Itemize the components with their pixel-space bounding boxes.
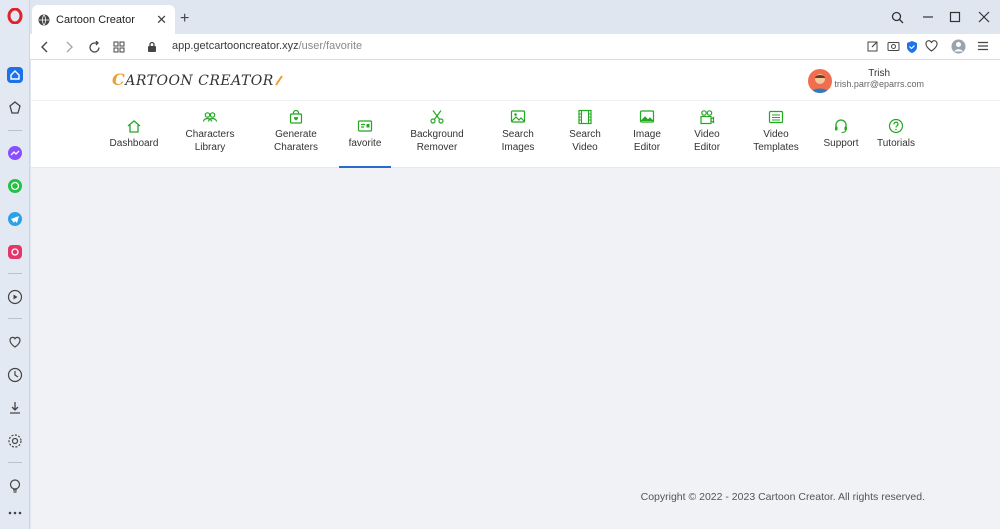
reload-icon[interactable]	[85, 38, 103, 56]
nav-label: Generate Charaters	[274, 129, 318, 153]
nav-label: Support	[823, 138, 859, 149]
card-icon	[357, 120, 373, 132]
user-info[interactable]: Trish trish.parr@eparrs.com	[834, 68, 924, 89]
whatsapp-icon[interactable]	[5, 176, 25, 196]
nav-image-editor[interactable]: Image Editor	[627, 109, 667, 167]
lightbulb-icon[interactable]	[5, 476, 25, 496]
nav-label: Characters Library	[185, 129, 235, 153]
headset-icon	[835, 119, 847, 134]
lock-icon[interactable]	[143, 38, 161, 56]
nav-search-images[interactable]: Search Images	[495, 109, 541, 167]
nav-label: Tutorials	[877, 138, 915, 149]
users-icon	[202, 112, 218, 122]
home-icon	[127, 120, 141, 133]
browser-sidebar	[0, 0, 30, 529]
edit-page-icon[interactable]	[865, 38, 881, 54]
tabs-grid-icon[interactable]	[110, 38, 128, 56]
logo-text: ARTOON CREATOR	[125, 73, 274, 89]
pencil-icon	[274, 75, 283, 86]
download-icon[interactable]	[5, 398, 25, 418]
search-tabs-icon[interactable]	[887, 8, 907, 26]
nav-label: Background Remover	[410, 129, 464, 153]
nav-generate-charaters[interactable]: Generate Charaters	[269, 109, 323, 167]
snapshot-icon[interactable]	[885, 38, 901, 54]
nav-label: Dashboard	[109, 138, 159, 149]
messenger-icon[interactable]	[5, 143, 25, 163]
url-domain: app.getcartooncreator.xyz	[172, 40, 299, 52]
nav-label: Video Templates	[753, 129, 799, 153]
minimize-button[interactable]	[918, 8, 938, 26]
nav-tutorials[interactable]: Tutorials	[873, 109, 919, 167]
home-icon[interactable]	[5, 65, 25, 85]
heart-icon[interactable]	[5, 332, 25, 352]
browser-tab[interactable]: Cartoon Creator ✕	[32, 5, 175, 34]
instagram-icon[interactable]	[5, 242, 25, 262]
image-icon	[510, 110, 526, 123]
close-tab-icon[interactable]: ✕	[156, 12, 167, 28]
nav-background-remover[interactable]: Background Remover	[407, 109, 467, 167]
opera-logo-icon[interactable]	[5, 6, 25, 26]
history-icon[interactable]	[5, 365, 25, 385]
profile-icon[interactable]	[950, 38, 966, 54]
scissors-icon	[430, 110, 444, 124]
user-name: Trish	[868, 68, 891, 79]
nav-dashboard[interactable]: Dashboard	[109, 109, 159, 167]
nav-search-video[interactable]: Search Video	[562, 109, 608, 167]
url-path: /user/favorite	[298, 40, 363, 52]
new-tab-button[interactable]: +	[180, 10, 189, 28]
telegram-icon[interactable]	[5, 209, 25, 229]
site-logo[interactable]: CARTOON CREATOR	[112, 70, 284, 89]
camera-icon	[700, 110, 715, 125]
user-email: trish.parr@eparrs.com	[834, 79, 924, 89]
maximize-button[interactable]	[945, 8, 965, 26]
nav-label: Image Editor	[633, 129, 661, 153]
player-icon[interactable]	[5, 287, 25, 307]
nav-favorite[interactable]: favorite	[339, 109, 391, 168]
footer-copyright: Copyright © 2022 - 2023 Cartoon Creator.…	[640, 491, 925, 503]
menu-icon[interactable]	[975, 38, 991, 54]
logo-initial: C	[112, 70, 126, 89]
settings-icon[interactable]	[5, 431, 25, 451]
more-icon[interactable]	[5, 503, 25, 523]
nav-label: Video Editor	[693, 129, 721, 153]
back-icon[interactable]	[36, 38, 54, 56]
image-edit-icon	[639, 110, 655, 123]
forward-icon[interactable]	[60, 38, 78, 56]
bag-icon	[289, 109, 303, 124]
tab-bar: Cartoon Creator ✕ +	[30, 0, 1000, 34]
site-header: CARTOON CREATOR Trish trish.parr@eparrs.…	[31, 60, 1000, 168]
nav-support[interactable]: Support	[819, 109, 863, 167]
avatar[interactable]	[808, 69, 832, 93]
nav-video-editor[interactable]: Video Editor	[687, 109, 727, 167]
speed-dial-icon[interactable]	[5, 98, 25, 118]
url-field[interactable]: app.getcartooncreator.xyz/user/favorite	[172, 40, 362, 52]
nav-video-templates[interactable]: Video Templates	[748, 109, 804, 167]
tab-title: Cartoon Creator	[56, 13, 135, 26]
address-bar: app.getcartooncreator.xyz/user/favorite	[30, 34, 1000, 60]
nav-characters-library[interactable]: Characters Library	[181, 109, 239, 167]
close-window-button[interactable]	[974, 8, 994, 26]
nav-label: Search Images	[501, 129, 535, 153]
shield-icon[interactable]	[904, 38, 920, 54]
template-icon	[768, 110, 784, 124]
bookmark-heart-icon[interactable]	[923, 38, 939, 54]
web-page: CARTOON CREATOR Trish trish.parr@eparrs.…	[31, 60, 1000, 529]
film-icon	[578, 109, 592, 125]
nav-label: Search Video	[569, 129, 601, 153]
nav-label: favorite	[348, 138, 382, 149]
globe-icon	[38, 14, 50, 25]
help-icon	[888, 118, 904, 134]
